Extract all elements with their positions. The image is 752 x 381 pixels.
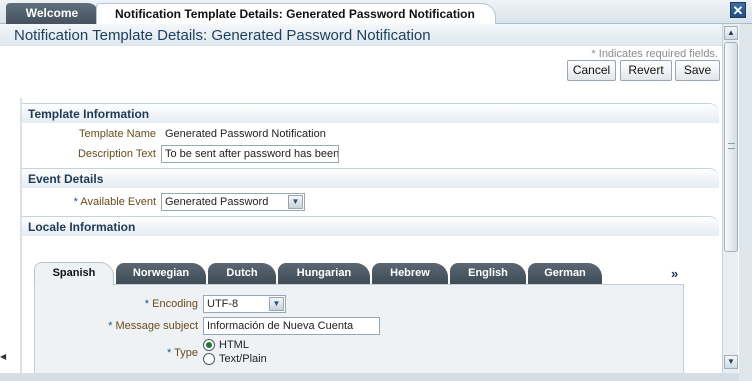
- available-event-select[interactable]: Generated Password ▼: [161, 193, 305, 211]
- type-label-text: Type: [174, 347, 198, 359]
- template-information-section: Template Information: [22, 103, 719, 123]
- radio-selected-dot: [206, 342, 212, 348]
- chevron-down-icon[interactable]: ▼: [288, 195, 303, 209]
- tab-hebrew[interactable]: Hebrew: [372, 263, 448, 284]
- tab-welcome[interactable]: Welcome: [6, 3, 98, 24]
- available-event-label-text: Available Event: [80, 196, 156, 208]
- top-tab-bar: Welcome Notification Template Details: G…: [0, 0, 752, 24]
- encoding-value: UTF-8: [207, 298, 239, 310]
- revert-button[interactable]: Revert: [620, 60, 672, 81]
- scroll-up-icon[interactable]: ▲: [724, 26, 738, 40]
- required-marker: *: [73, 196, 78, 208]
- event-details-section: Event Details: [22, 168, 719, 188]
- tab-dutch[interactable]: Dutch: [208, 263, 276, 284]
- available-event-value: Generated Password: [165, 196, 269, 208]
- tab-norwegian[interactable]: Norwegian: [116, 263, 206, 284]
- page-title: Notification Template Details: Generated…: [14, 27, 431, 44]
- cancel-button[interactable]: Cancel: [567, 60, 616, 81]
- required-marker: *: [144, 298, 150, 310]
- tab-hungarian[interactable]: Hungarian: [278, 263, 370, 284]
- message-subject-label-text: Message subject: [115, 320, 198, 332]
- section-header-template-information: Template Information: [28, 107, 150, 121]
- window-bottom-edge: [0, 373, 739, 381]
- type-html-label[interactable]: HTML: [219, 339, 249, 351]
- section-header-locale-information: Locale Information: [28, 220, 136, 234]
- description-text-label: Description Text: [77, 148, 156, 160]
- scroll-down-icon[interactable]: ▼: [724, 355, 738, 369]
- section-header-event-details: Event Details: [28, 172, 104, 186]
- available-event-label: * Available Event: [60, 196, 156, 208]
- locale-information-section: Locale Information: [22, 216, 719, 236]
- scroll-left-icon[interactable]: ◀: [0, 352, 6, 361]
- encoding-label: * Encoding: [110, 298, 198, 310]
- vertical-scrollbar[interactable]: ▲ ▼: [722, 24, 738, 373]
- chevron-down-icon[interactable]: ▼: [269, 297, 284, 311]
- encoding-select[interactable]: UTF-8 ▼: [203, 295, 286, 313]
- scrollbar-thumb[interactable]: [724, 42, 738, 252]
- message-subject-field[interactable]: Información de Nueva Cuenta: [203, 317, 380, 335]
- tab-spanish[interactable]: Spanish: [34, 262, 114, 285]
- save-button[interactable]: Save: [675, 60, 720, 81]
- required-marker: *: [167, 347, 172, 359]
- tab-english[interactable]: English: [450, 263, 526, 284]
- description-text-field[interactable]: To be sent after password has been gener…: [161, 145, 339, 163]
- window-right-edge: [739, 24, 752, 381]
- required-marker: *: [108, 320, 113, 332]
- tab-notification-template-details[interactable]: Notification Template Details: Generated…: [96, 3, 496, 24]
- type-label: * Type: [140, 347, 198, 359]
- message-subject-label: * Message subject: [100, 320, 198, 332]
- required-fields-note: * Indicates required fields.: [591, 48, 718, 60]
- template-name-label: Template Name: [78, 128, 156, 140]
- close-icon[interactable]: ✕: [730, 2, 746, 18]
- type-text-plain-label[interactable]: Text/Plain: [219, 353, 267, 365]
- encoding-label-text: Encoding: [152, 298, 198, 310]
- more-tabs-icon[interactable]: »: [671, 266, 678, 281]
- tab-german[interactable]: German: [528, 263, 602, 284]
- template-name-value: Generated Password Notification: [165, 128, 326, 140]
- content-edge: [20, 98, 22, 381]
- type-html-radio[interactable]: [203, 339, 215, 351]
- grip-icon: [728, 143, 735, 149]
- type-text-plain-radio[interactable]: [203, 353, 215, 365]
